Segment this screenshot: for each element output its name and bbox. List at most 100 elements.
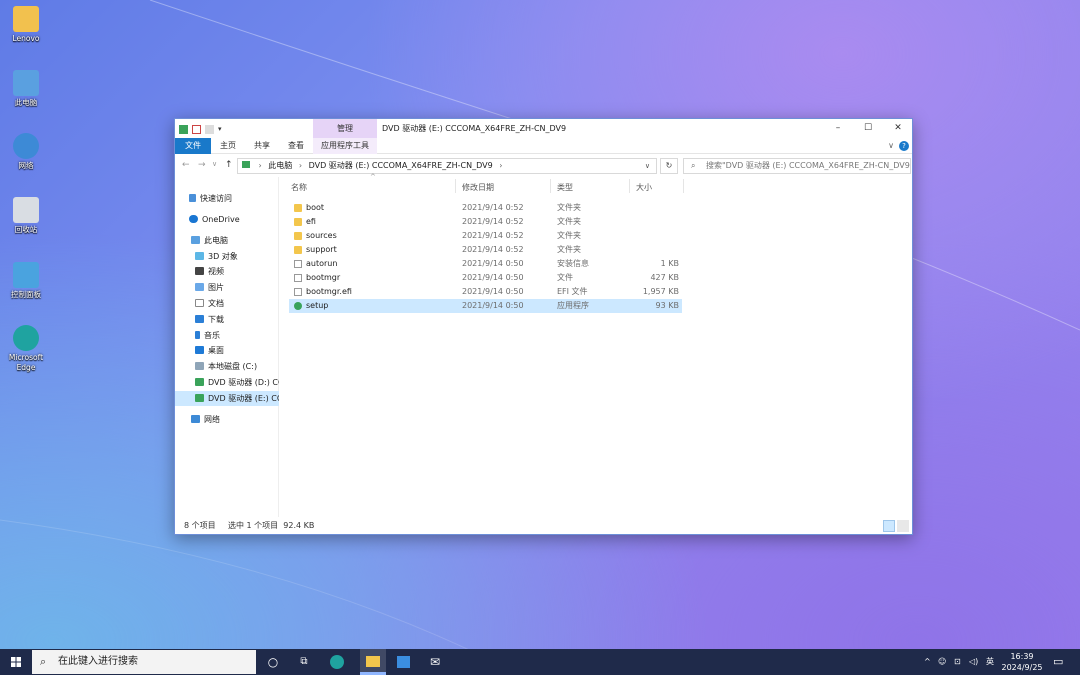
breadcrumb-dvd-drive[interactable]: DVD 驱动器 (E:) CCCOMA_X64FRE_ZH-CN_DV9 [309, 161, 493, 170]
people-icon[interactable]: ☺ [938, 649, 946, 675]
dvd-drive-icon [195, 378, 204, 386]
store-taskbar-icon[interactable] [394, 653, 412, 671]
file-size: 1,957 KB [642, 287, 679, 296]
nav-videos[interactable]: 视频 [175, 264, 279, 279]
volume-icon[interactable]: ◁) [969, 649, 978, 675]
file-name: bootmgr [306, 273, 341, 282]
file-row-setup[interactable]: setup 2021/9/14 0:50 应用程序 93 KB [289, 299, 682, 313]
new-folder-icon[interactable] [205, 124, 214, 134]
column-header-type[interactable]: 类型 [557, 182, 573, 193]
column-header-name[interactable]: 名称 [291, 182, 307, 193]
tab-share[interactable]: 共享 [247, 138, 277, 154]
nav-label: 网络 [204, 415, 220, 424]
close-button[interactable]: ✕ [883, 119, 913, 138]
desktop-icon-network[interactable]: 网络 [4, 133, 48, 171]
document-icon [195, 299, 204, 307]
help-icon[interactable]: ? [899, 141, 909, 151]
nav-label: DVD 驱动器 (D:) CC [208, 378, 279, 387]
desktop-icon-this-pc[interactable]: 此电脑 [4, 70, 48, 108]
file-name: boot [306, 203, 325, 212]
nav-quick-access[interactable]: 快速访问 [175, 191, 279, 206]
desktop-icon-lenovo[interactable]: Lenovo [4, 6, 48, 44]
windows-logo-icon [11, 657, 21, 667]
file-name: support [306, 245, 337, 254]
nav-pictures[interactable]: 图片 [175, 280, 279, 295]
nav-documents[interactable]: 文档 [175, 296, 279, 311]
back-button[interactable]: ← [182, 160, 190, 170]
address-bar[interactable]: › 此电脑 › DVD 驱动器 (E:) CCCOMA_X64FRE_ZH-CN… [237, 158, 657, 174]
properties-icon[interactable] [192, 124, 201, 134]
address-dropdown-icon[interactable]: ∨ [645, 159, 650, 173]
column-header-size[interactable]: 大小 [636, 182, 652, 193]
column-header-modified[interactable]: 修改日期 [462, 182, 494, 193]
file-row-sources[interactable]: sources 2021/9/14 0:52 文件夹 [289, 229, 682, 243]
star-icon [189, 194, 196, 202]
window-title: DVD 驱动器 (E:) CCCOMA_X64FRE_ZH-CN_DV9 [382, 124, 567, 133]
file-row-efi[interactable]: efi 2021/9/14 0:52 文件夹 [289, 215, 682, 229]
mail-taskbar-icon[interactable]: ✉ [426, 653, 444, 671]
clock[interactable]: 16:39 2024/9/25 [996, 651, 1048, 673]
tab-file[interactable]: 文件 [175, 138, 211, 154]
file-row-autorun[interactable]: autorun 2021/9/14 0:50 安装信息 1 KB [289, 257, 682, 271]
file-type: 文件 [557, 273, 573, 282]
file-icon [294, 274, 302, 282]
ribbon-context-tab-manage[interactable]: 管理 [313, 119, 377, 138]
drive-icon [242, 161, 250, 168]
edge-taskbar-icon[interactable] [328, 653, 346, 671]
network-status-icon[interactable]: ⊡ [954, 649, 961, 675]
large-icons-view-button[interactable] [897, 520, 909, 532]
nav-desktop[interactable]: 桌面 [175, 343, 279, 358]
desktop-icon-edge[interactable]: Microsoft Edge [4, 325, 48, 373]
file-size: 427 KB [650, 273, 679, 282]
chevron-down-icon[interactable]: ▾ [218, 125, 227, 134]
input-language-indicator[interactable]: 英 [986, 649, 994, 675]
nav-dvd-drive-e[interactable]: DVD 驱动器 (E:) CC [175, 391, 279, 406]
desktop-icon-recycle-bin[interactable]: 回收站 [4, 197, 48, 235]
video-icon [195, 267, 204, 275]
navigation-pane: 快速访问 OneDrive 此电脑 3D 对象 视频 图片 文档 下载 音乐 桌… [175, 177, 279, 517]
up-button[interactable]: ↑ [225, 160, 233, 170]
start-button[interactable] [0, 649, 32, 675]
nav-3d-objects[interactable]: 3D 对象 [175, 249, 279, 264]
desktop-icon-label: 网络 [18, 161, 34, 170]
taskbar-search-box[interactable]: ⌕ 在此键入进行搜索 [32, 650, 256, 674]
nav-network[interactable]: 网络 [175, 412, 279, 427]
file-name: setup [306, 301, 329, 310]
maximize-button[interactable]: ☐ [853, 119, 883, 138]
minimize-button[interactable]: – [823, 119, 853, 138]
nav-label: 快速访问 [200, 194, 232, 203]
file-row-bootmgr[interactable]: bootmgr 2021/9/14 0:50 文件 427 KB [289, 271, 682, 285]
file-row-support[interactable]: support 2021/9/14 0:52 文件夹 [289, 243, 682, 257]
nav-dvd-drive-d[interactable]: DVD 驱动器 (D:) CC [175, 375, 279, 390]
drive-icon [179, 124, 188, 134]
selection-info: 选中 1 个项目 92.4 KB [228, 521, 315, 530]
recycle-bin-icon [13, 197, 39, 223]
refresh-button[interactable]: ↻ [660, 158, 678, 174]
nav-onedrive[interactable]: OneDrive [175, 212, 279, 227]
notification-center-icon[interactable]: ▭ [1053, 649, 1063, 675]
search-input[interactable]: ⌕ 搜索"DVD 驱动器 (E:) CCCOMA_X64FRE_ZH-CN_DV… [683, 158, 911, 174]
ribbon-tabs: 文件 主页 共享 查看 应用程序工具 ∨ ? [175, 138, 912, 154]
task-view-icon[interactable]: ⧉ [295, 653, 313, 671]
user-folder-icon [13, 6, 39, 32]
nav-music[interactable]: 音乐 [175, 328, 279, 343]
desktop-icon-control-panel[interactable]: 控制面板 [4, 262, 48, 300]
ribbon-expand-button[interactable]: ∨ [885, 138, 897, 154]
file-modified: 2021/9/14 0:52 [462, 245, 524, 254]
nav-label: 此电脑 [204, 236, 228, 245]
forward-button[interactable]: → [198, 160, 206, 170]
tab-home[interactable]: 主页 [213, 138, 243, 154]
nav-downloads[interactable]: 下载 [175, 312, 279, 327]
file-row-bootmgr-efi[interactable]: bootmgr.efi 2021/9/14 0:50 EFI 文件 1,957 … [289, 285, 682, 299]
details-view-button[interactable] [883, 520, 895, 532]
cortana-icon[interactable]: ○ [264, 653, 282, 671]
tab-app-tools[interactable]: 应用程序工具 [313, 138, 377, 154]
breadcrumb-this-pc[interactable]: 此电脑 [268, 161, 292, 170]
nav-this-pc[interactable]: 此电脑 [175, 233, 279, 248]
tab-view[interactable]: 查看 [281, 138, 311, 154]
recent-locations-button[interactable]: ∨ [212, 160, 217, 168]
file-row-boot[interactable]: boot 2021/9/14 0:52 文件夹 [289, 201, 682, 215]
clock-date: 2024/9/25 [1001, 663, 1043, 672]
chevron-up-icon[interactable]: ^ [924, 649, 931, 675]
nav-local-disk-c[interactable]: 本地磁盘 (C:) [175, 359, 279, 374]
